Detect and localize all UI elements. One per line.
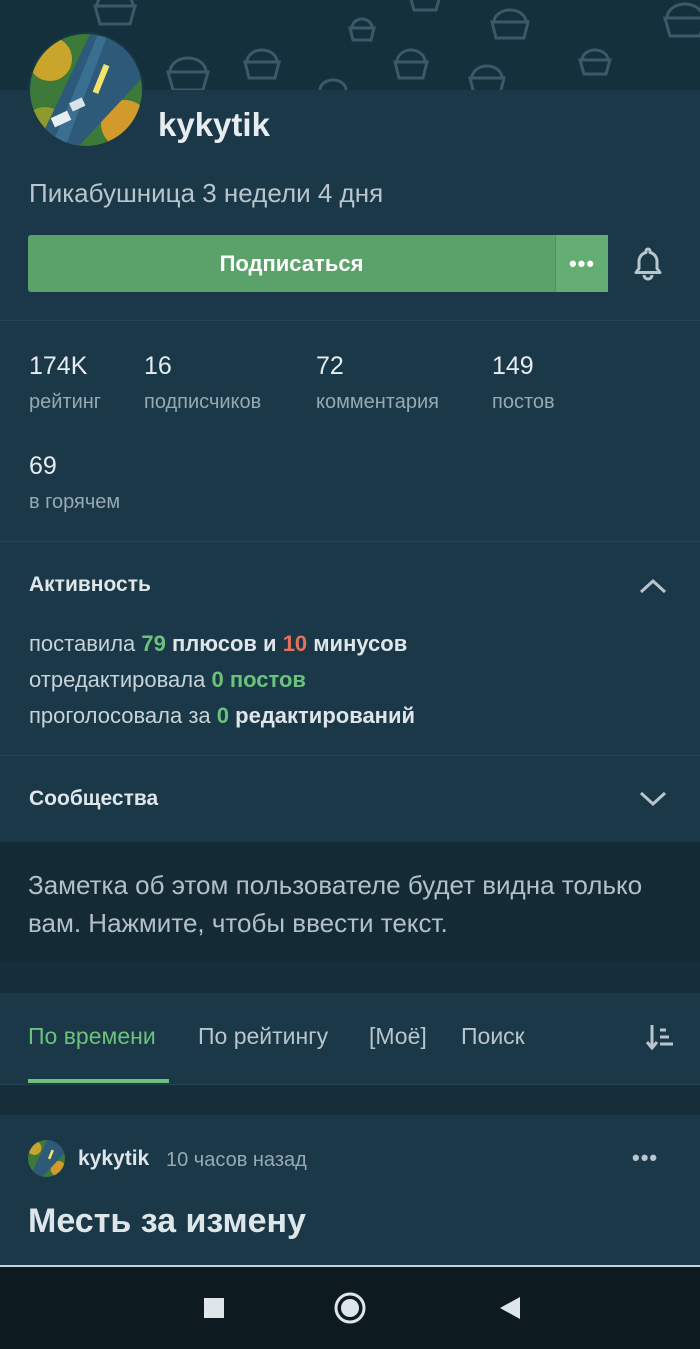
stat-value: 16 (144, 352, 172, 380)
post-author[interactable]: kykytik (78, 1147, 149, 1171)
post-title[interactable]: Месть за измену (28, 1202, 306, 1241)
system-nav-bar (0, 1265, 700, 1349)
post-author-avatar[interactable] (28, 1140, 65, 1177)
divider (0, 541, 700, 542)
stat-caption: подписчиков (144, 391, 262, 413)
divider (0, 320, 700, 321)
chevron-up-icon[interactable] (638, 576, 668, 596)
plus-count: 79 (141, 631, 166, 656)
minus-count: 10 (282, 631, 308, 656)
post-card[interactable]: kykytik 10 часов назад ••• Месть за изме… (0, 1115, 700, 1265)
activity-title[interactable]: Активность (29, 573, 151, 597)
activity-text: поставила (29, 631, 142, 656)
active-tab-indicator (28, 1079, 169, 1083)
stat-subscribers[interactable]: 16 подписчиков (144, 352, 261, 414)
stat-caption: рейтинг (29, 391, 102, 413)
activity-link[interactable]: постов (224, 667, 306, 692)
user-note-field[interactable]: Заметка об этом пользователе будет видна… (0, 842, 700, 962)
post-more-button[interactable]: ••• (632, 1145, 658, 1171)
activity-text: редактирований (229, 703, 416, 728)
post-time: 10 часов назад (166, 1149, 307, 1171)
avatar[interactable] (28, 32, 144, 148)
nav-circle-icon[interactable] (333, 1291, 367, 1325)
edits-count: 0 (211, 667, 224, 692)
activity-edits-line: отредактировала 0 постов (29, 667, 306, 693)
subscribe-more-button[interactable]: ••• (555, 235, 608, 292)
subscribe-label: Подписаться (219, 250, 364, 276)
stat-caption: постов (492, 391, 555, 413)
nav-square-icon[interactable] (203, 1297, 225, 1319)
activity-text: плюсов и (165, 631, 283, 656)
divider (0, 755, 700, 756)
post-tabs: По времени По рейтингу [Моё] Поиск (0, 993, 700, 1085)
activity-votes-line: поставила 79 плюсов и 10 минусов (29, 631, 407, 657)
tab-search[interactable]: Поиск (461, 1023, 525, 1050)
activity-votes-edits-line: проголосовала за 0 редактирований (29, 703, 415, 729)
stat-value: 149 (492, 352, 534, 380)
stat-value: 174K (29, 352, 88, 380)
nav-back-icon[interactable] (498, 1295, 522, 1321)
stat-hot[interactable]: 69 в горячем (29, 452, 120, 514)
stat-posts[interactable]: 149 постов (492, 352, 555, 414)
sort-icon[interactable] (646, 1022, 674, 1052)
tab-mine[interactable]: [Моё] (369, 1023, 427, 1050)
communities-title[interactable]: Сообщества (29, 787, 158, 811)
stat-rating[interactable]: 174K рейтинг (29, 352, 101, 414)
activity-text: проголосовала за (29, 703, 217, 728)
stat-comments[interactable]: 72 комментария (316, 352, 439, 414)
profile-since: Пикабушница 3 недели 4 дня (29, 178, 384, 208)
tab-by-rating[interactable]: По рейтингу (198, 1023, 328, 1050)
stat-value: 69 (29, 452, 57, 480)
stat-value: 72 (316, 352, 344, 380)
bell-icon[interactable] (630, 245, 666, 281)
stat-caption: в горячем (29, 491, 121, 513)
activity-text: отредактировала (29, 667, 212, 692)
tab-by-time[interactable]: По времени (28, 1023, 156, 1050)
stat-caption: комментария (316, 391, 439, 413)
chevron-down-icon[interactable] (638, 788, 668, 808)
avatar-image (28, 1140, 65, 1177)
profile-username: kykytik (158, 106, 270, 143)
voted-edits-count: 0 (216, 703, 230, 728)
activity-text: минусов (307, 631, 408, 656)
avatar-image (30, 34, 142, 146)
subscribe-button[interactable]: Подписаться ••• (28, 235, 608, 292)
